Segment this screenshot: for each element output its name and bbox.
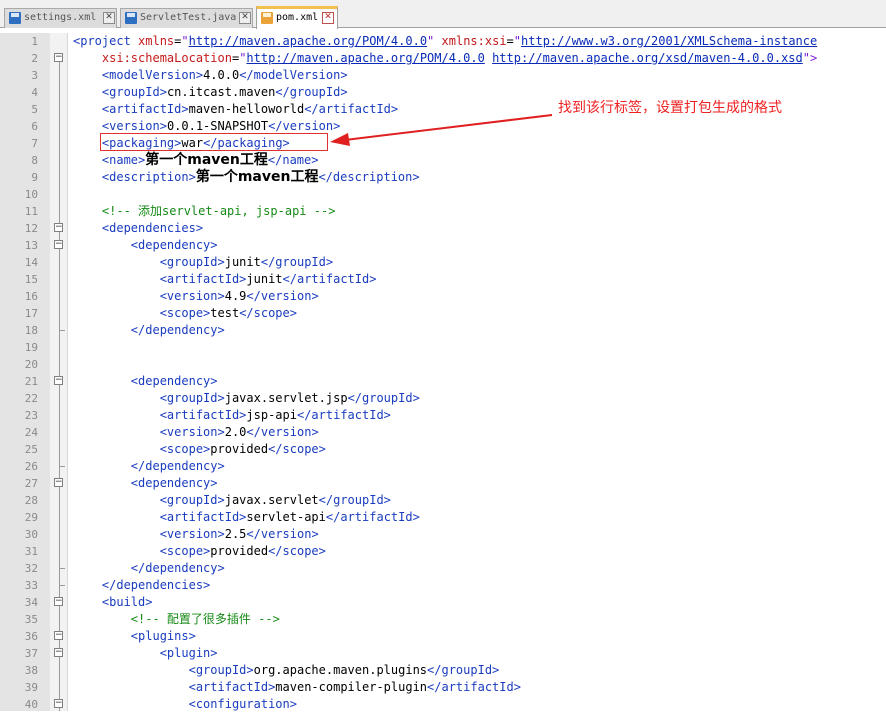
annotation-text: 找到该行标签，设置打包生成的格式 [558,100,782,116]
